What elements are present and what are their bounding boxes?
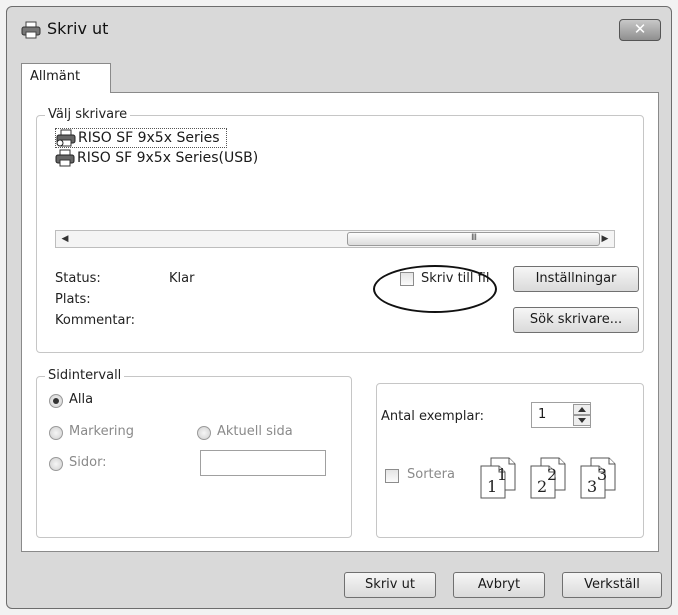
radio-current-page[interactable] [197, 426, 211, 440]
page-range-label: Sidintervall [45, 368, 125, 383]
print-to-file-label[interactable]: Skriv till fil [421, 271, 489, 286]
tab-general[interactable]: Allmänt [21, 63, 111, 93]
collate-page-num: 1 [487, 477, 498, 496]
find-printer-button[interactable]: Sök skrivare... [513, 307, 639, 333]
all-label[interactable]: Alla [69, 392, 93, 407]
scroll-right-icon[interactable]: ▶ [597, 232, 613, 246]
scroll-thumb[interactable]: III [347, 232, 600, 246]
radio-all[interactable] [49, 394, 63, 408]
apply-button[interactable]: Verkställ [562, 572, 662, 598]
title-bar: Skriv ut ✕ [7, 7, 671, 51]
comment-label: Kommentar: [55, 313, 135, 328]
copies-count-label: Antal exemplar: [381, 409, 484, 424]
pages-label[interactable]: Sidor: [69, 455, 107, 470]
printer-name: RISO SF 9x5x Series [78, 130, 220, 146]
printer-group-label: Välj skrivare [45, 107, 131, 122]
scroll-left-icon[interactable]: ◀ [57, 232, 73, 246]
page-range-group: Sidintervall Alla Markering Aktuell sida… [36, 368, 352, 538]
copies-count-value: 1 [538, 407, 547, 422]
printer-group: Välj skrivare RISO SF 9x5x Series RISO S… [36, 107, 644, 353]
copies-spinner[interactable] [573, 404, 591, 426]
radio-selection[interactable] [49, 426, 63, 440]
printer-icon [55, 149, 75, 167]
copies-group: Antal exemplar: 1 Sortera 1 1 2 2 3 3 [376, 383, 644, 538]
status-value: Klar [169, 271, 195, 286]
printer-icon [56, 129, 76, 147]
current-page-label[interactable]: Aktuell sida [217, 424, 293, 439]
print-button[interactable]: Skriv ut [344, 572, 436, 598]
collate-page-num: 2 [537, 477, 548, 496]
collate-page-num: 3 [587, 477, 598, 496]
status-label: Status: [55, 271, 101, 286]
preferences-button[interactable]: Inställningar [513, 266, 639, 292]
pages-input[interactable] [200, 450, 326, 476]
collate-page-num: 2 [547, 465, 558, 484]
print-dialog: Skriv ut ✕ Allmänt Välj skrivare RISO SF… [6, 6, 672, 609]
collate-checkbox[interactable] [385, 469, 399, 483]
printer-icon [21, 21, 41, 39]
printer-list-scrollbar[interactable]: ◀ III ▶ [55, 230, 615, 248]
collate-page-num: 3 [597, 465, 608, 484]
close-button[interactable]: ✕ [619, 19, 661, 41]
printer-name: RISO SF 9x5x Series(USB) [77, 150, 259, 166]
close-icon: ✕ [633, 20, 647, 38]
selection-label[interactable]: Markering [69, 424, 134, 439]
tab-panel-general: Välj skrivare RISO SF 9x5x Series RISO S… [21, 92, 659, 552]
collate-page-num: 1 [497, 465, 508, 484]
printer-item-riso-usb[interactable]: RISO SF 9x5x Series(USB) [55, 148, 258, 168]
printer-item-riso[interactable]: RISO SF 9x5x Series [55, 128, 227, 148]
print-to-file-checkbox[interactable] [400, 272, 414, 286]
radio-pages[interactable] [49, 457, 63, 471]
cancel-button[interactable]: Avbryt [453, 572, 545, 598]
window-title: Skriv ut [47, 19, 109, 38]
collate-label[interactable]: Sortera [407, 467, 455, 482]
location-label: Plats: [55, 292, 91, 307]
